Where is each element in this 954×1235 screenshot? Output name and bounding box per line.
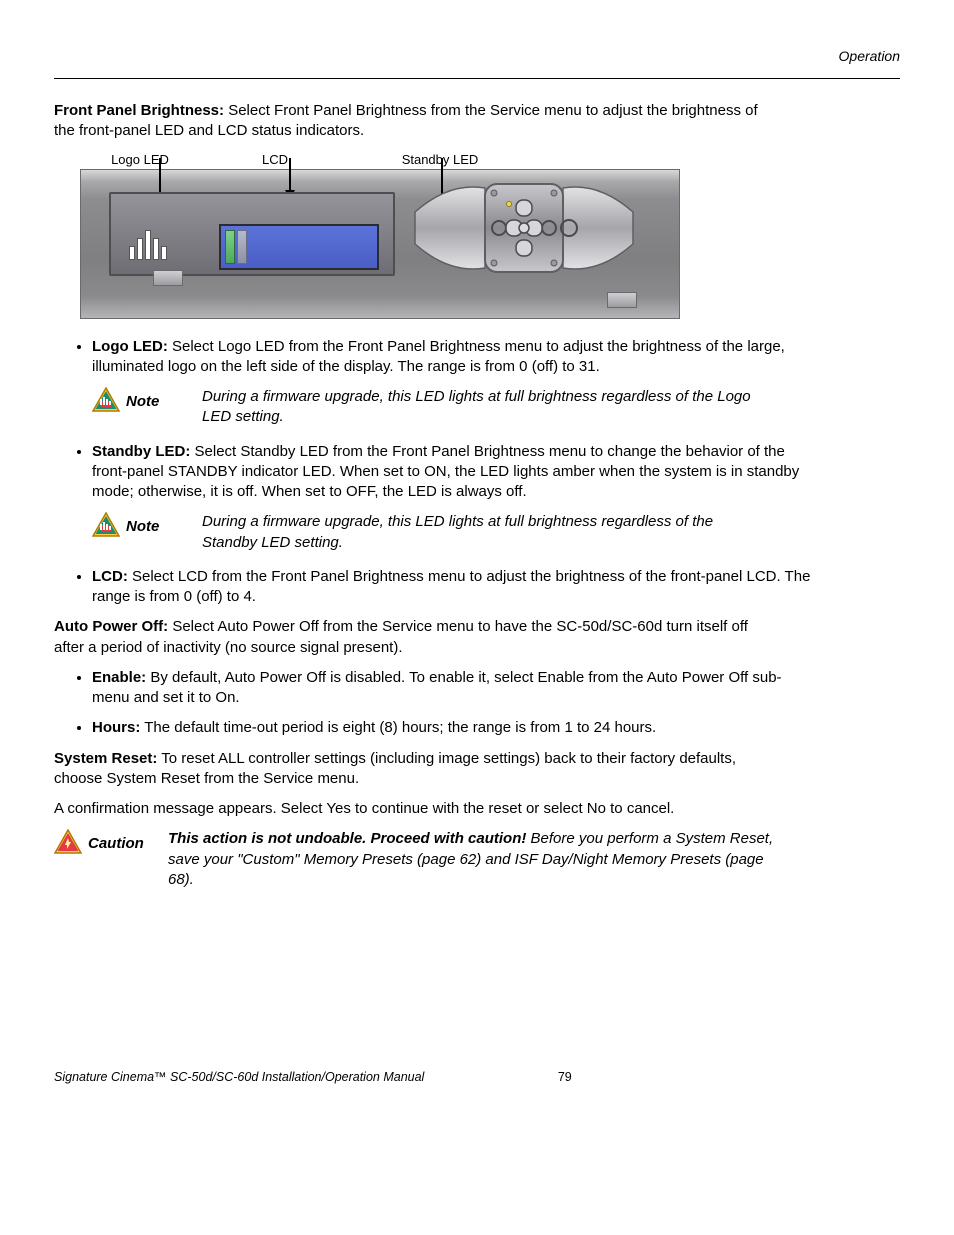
apo-heading: Auto Power Off: <box>54 618 168 635</box>
bullet-apo-enable: Enable: By default, Auto Power Off is di… <box>92 668 812 709</box>
panel-background <box>80 169 680 319</box>
logo-led-heading: Logo LED: <box>92 338 168 355</box>
bullet-lcd: LCD: Select LCD from the Front Panel Bri… <box>92 567 812 608</box>
fpb-heading: Front Panel Brightness: <box>54 102 224 119</box>
standby-led-heading: Standby LED: <box>92 443 190 460</box>
caution-label: Caution <box>88 829 168 852</box>
caution-strong: This action is not undoable. Proceed wit… <box>168 830 526 847</box>
caution-text: This action is not undoable. Proceed wit… <box>168 829 774 890</box>
lcd-text: Select LCD from the Front Panel Brightne… <box>92 568 810 605</box>
lcd-heading: LCD: <box>92 568 128 585</box>
foot-tab-right <box>607 292 637 308</box>
front-plate <box>109 192 395 276</box>
logo-led-text: Select Logo LED from the Front Panel Bri… <box>92 338 785 375</box>
sysreset-confirm: A confirmation message appears. Select Y… <box>54 799 774 819</box>
bullet-logo-led: Logo LED: Select Logo LED from the Front… <box>92 337 812 378</box>
apo-hours-text: The default time-out period is eight (8)… <box>140 719 656 736</box>
foot-tab-left <box>153 270 183 286</box>
caution-icon <box>54 829 82 855</box>
sysreset-heading: System Reset: <box>54 750 157 767</box>
footer: Signature Cinema™ SC-50d/SC-60d Installa… <box>54 1070 900 1084</box>
apo-paragraph: Auto Power Off: Select Auto Power Off fr… <box>54 617 774 658</box>
header-rule <box>54 78 900 79</box>
bullet-apo-hours: Hours: The default time-out period is ei… <box>92 718 812 738</box>
apo-enable-text: By default, Auto Power Off is disabled. … <box>92 669 782 706</box>
footer-title: Signature Cinema™ SC-50d/SC-60d Installa… <box>54 1070 424 1084</box>
note-1-text: During a firmware upgrade, this LED ligh… <box>202 387 772 428</box>
lens-assembly <box>409 176 639 290</box>
bullet-standby-led: Standby LED: Select Standby LED from the… <box>92 442 812 503</box>
note-icon <box>92 387 120 413</box>
caution-row: Caution This action is not undoable. Pro… <box>54 829 774 890</box>
note-1: Note During a firmware upgrade, this LED… <box>92 387 772 428</box>
lcd-screen <box>219 224 379 270</box>
header-section: Operation <box>54 48 900 64</box>
apo-enable-heading: Enable: <box>92 669 146 686</box>
sysreset-paragraph: System Reset: To reset ALL controller se… <box>54 749 774 790</box>
diagram-label-standby: Standby LED <box>350 152 530 167</box>
diagram-label-logo: Logo LED <box>80 152 200 167</box>
apo-hours-heading: Hours: <box>92 719 140 736</box>
diagram-label-lcd: LCD <box>200 152 350 167</box>
standby-led-text: Select Standby LED from the Front Panel … <box>92 443 799 501</box>
note-2: Note During a firmware upgrade, this LED… <box>92 512 772 553</box>
fpb-paragraph: Front Panel Brightness: Select Front Pan… <box>54 101 774 142</box>
logo-led-icon <box>129 230 167 260</box>
sysreset-text: To reset ALL controller settings (includ… <box>54 750 736 787</box>
footer-page: 79 <box>558 1070 572 1084</box>
note-2-text: During a firmware upgrade, this LED ligh… <box>202 512 772 553</box>
front-panel-diagram: Logo LED LCD Standby LED <box>80 152 680 319</box>
note-icon <box>92 512 120 538</box>
note-1-label: Note <box>126 387 202 410</box>
note-2-label: Note <box>126 512 202 535</box>
